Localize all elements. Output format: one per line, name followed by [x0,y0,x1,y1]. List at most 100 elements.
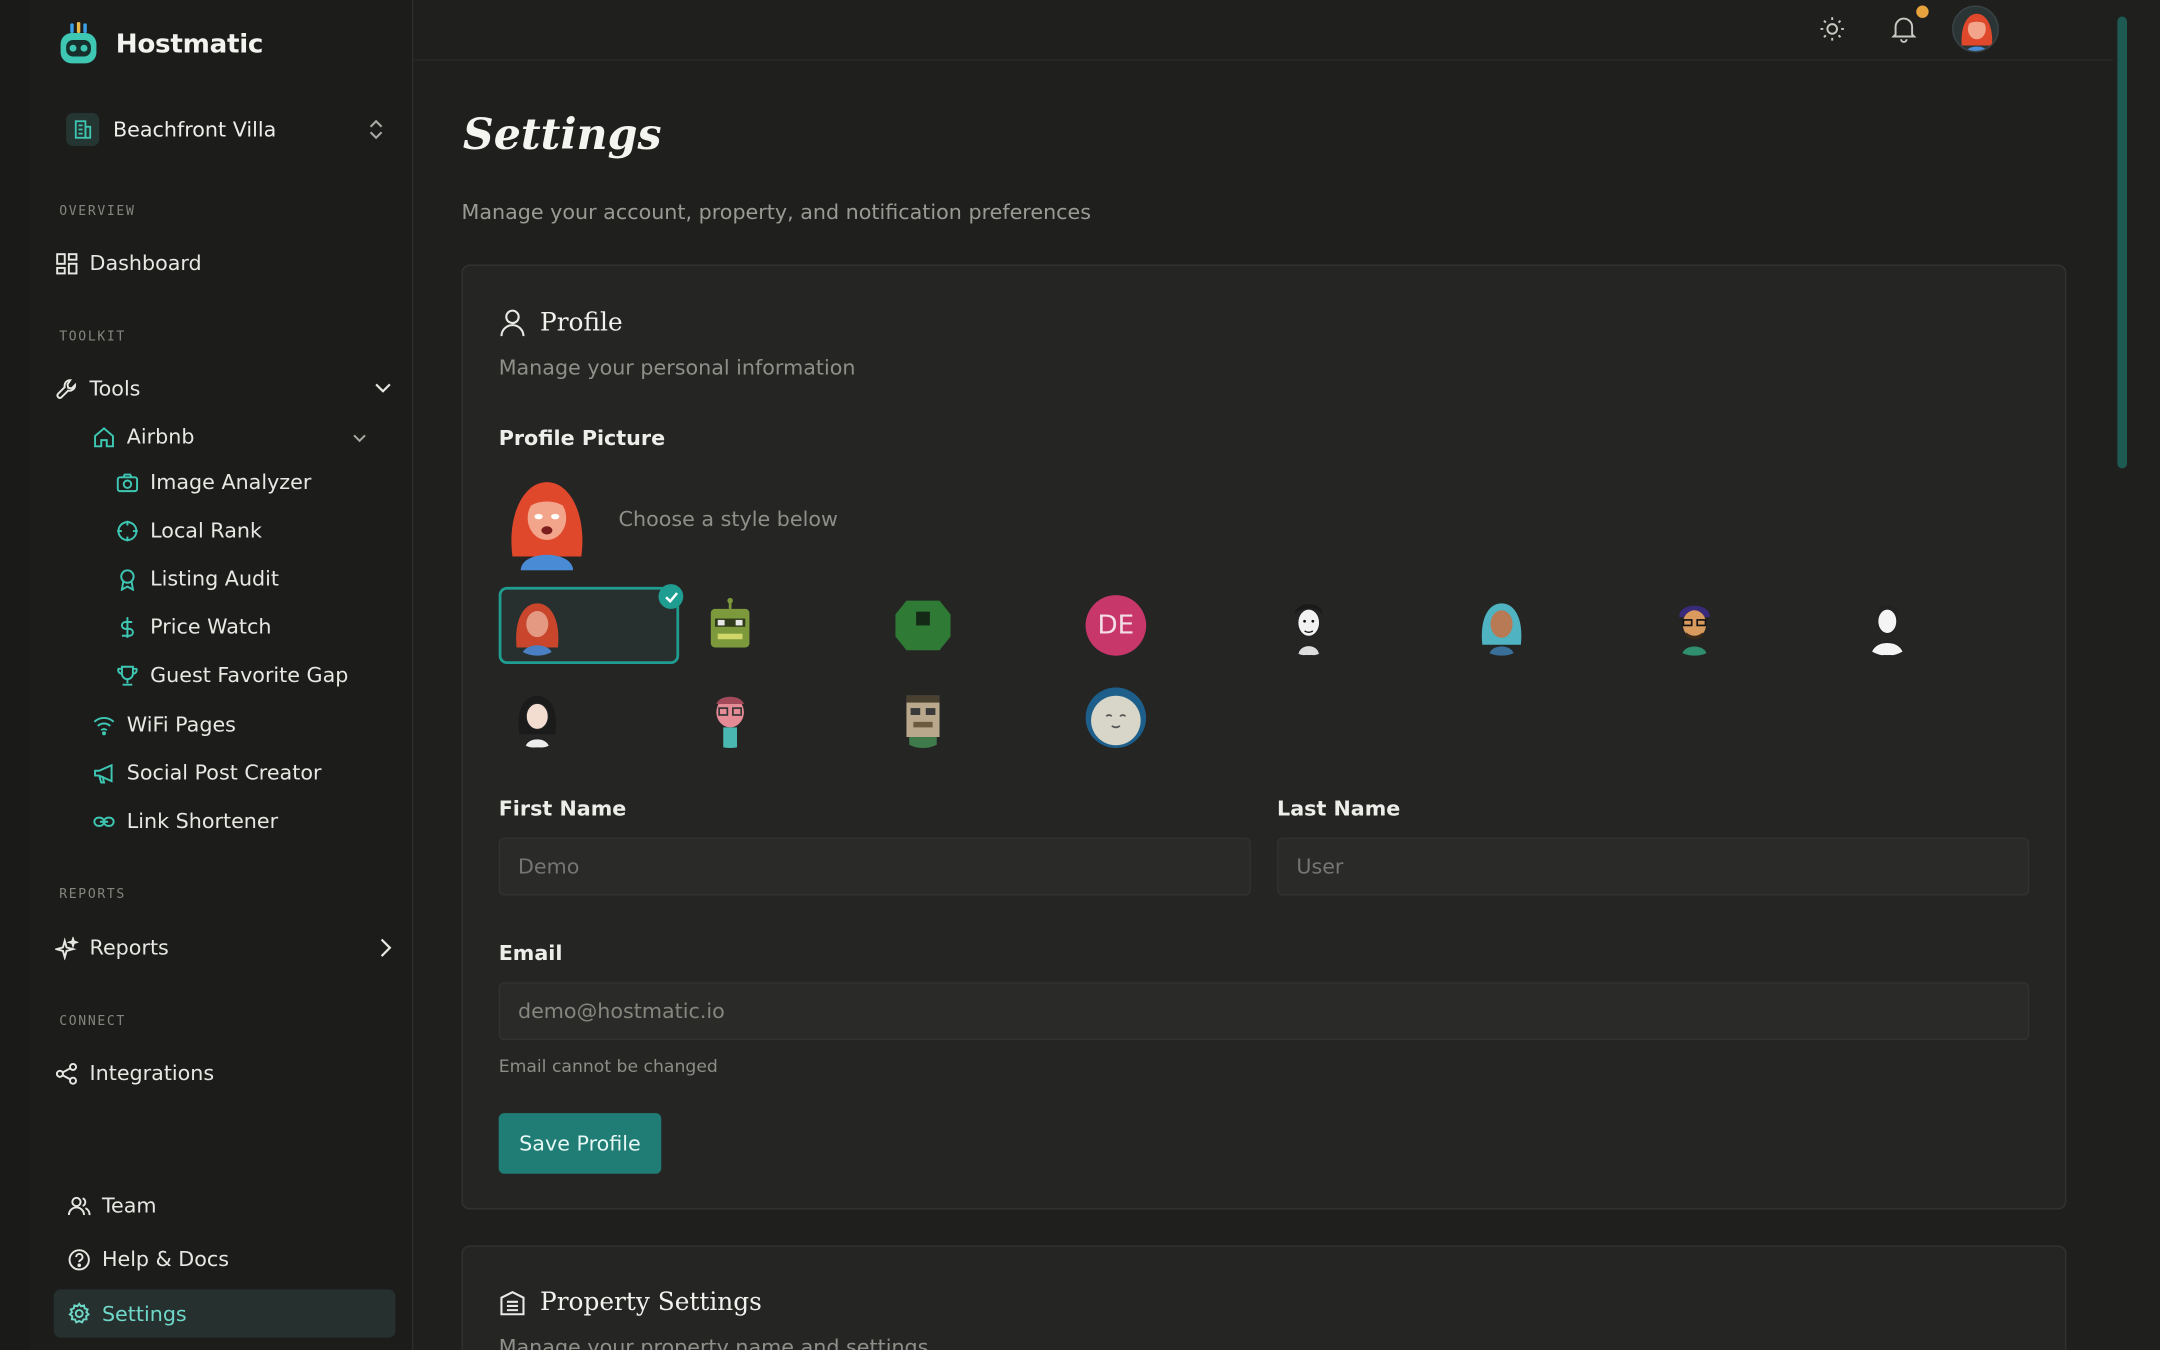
brand-name: Hostmatic [115,28,264,60]
sidebar-item-label: Settings [101,1301,187,1326]
chevron-right-icon [380,938,392,957]
sidebar-item-integrations[interactable]: Integrations [54,1052,385,1093]
sidebar-item-social-post-creator[interactable]: Social Post Creator [91,752,394,793]
sidebar-item-label: Image Analyzer [150,469,312,495]
sidebar-item-airbnb[interactable]: Airbnb [91,416,375,457]
robot-logo-icon [60,22,97,64]
property-card-header: Property Settings [499,1288,762,1317]
notification-dot [1916,5,1929,18]
building-icon [500,1290,525,1315]
wifi-icon [91,712,116,737]
email-label: Email [498,940,563,966]
users-icon [66,1193,91,1218]
card-title: Property Settings [540,1288,762,1317]
sidebar-item-label: WiFi Pages [126,712,236,738]
sidebar-item-price-watch[interactable]: Price Watch [114,606,390,647]
last-name-input[interactable] [1277,837,2030,896]
card-subtitle: Manage your personal information [498,355,856,381]
sidebar-item-team[interactable]: Team [66,1185,342,1226]
sidebar-item-tools[interactable]: Tools [54,368,396,409]
save-profile-button[interactable]: Save Profile [498,1113,662,1174]
user-avatar-icon [1961,13,1993,51]
sidebar-item-settings[interactable]: Settings [53,1289,396,1338]
chevron-down-icon [375,383,391,393]
page-subtitle: Manage your account, property, and notif… [461,199,1092,225]
choose-style-text: Choose a style below [618,506,838,532]
avatar-option-teal-hair-icon[interactable] [1471,595,1532,656]
section-label-reports: REPORTS [59,887,126,903]
sidebar-item-help-docs[interactable]: Help & Docs [66,1238,342,1279]
avatar-option-moon-face-icon[interactable] [1085,687,1147,749]
first-name-input[interactable] [498,837,1251,896]
crosshair-icon [114,518,139,543]
sidebar-item-label: Social Post Creator [126,760,322,786]
property-selector[interactable]: Beachfront Villa [66,107,386,151]
sidebar-item-local-rank[interactable]: Local Rank [114,510,390,551]
sidebar-item-reports[interactable]: Reports [54,927,396,968]
megaphone-icon [91,760,116,785]
sidebar-item-image-analyzer[interactable]: Image Analyzer [114,461,390,502]
sun-icon [1820,17,1844,41]
gear-icon [66,1301,91,1326]
avatar-option-initials[interactable]: DE [1085,595,1147,656]
dashboard-icon [54,251,79,276]
sidebar-item-label: Reports [89,935,169,961]
sidebar-item-label: Airbnb [126,424,195,450]
chevron-up-down-icon [369,119,383,140]
avatar-option-redhead-icon [516,603,559,656]
home-icon [91,424,116,449]
help-circle-icon [66,1247,91,1272]
scrollbar-thumb[interactable] [2117,16,2128,469]
avatar-option-pixel-face-icon[interactable] [893,687,954,749]
avatar-option-robot-icon[interactable] [700,595,761,656]
avatar-option-glasses-man-icon[interactable] [1664,595,1725,656]
sparkles-icon [54,935,79,960]
user-icon [500,309,525,337]
main-content: Settings Manage your account, property, … [413,0,2114,1350]
sidebar-item-label: Local Rank [150,517,262,543]
avatar-option-dark-hair-woman-icon[interactable] [507,687,568,749]
window-edge [0,0,31,1350]
sidebar-item-wifi-pages[interactable]: WiFi Pages [91,704,380,745]
avatar-option-sketch-man-icon[interactable] [1278,595,1339,656]
sidebar-item-listing-audit[interactable]: Listing Audit [114,558,390,599]
profile-card-header: Profile [499,307,623,337]
sidebar-item-label: Price Watch [150,614,272,640]
sidebar-item-label: Dashboard [89,250,202,276]
sidebar-item-guest-favorite-gap[interactable]: Guest Favorite Gap [114,654,403,695]
sidebar-item-dashboard[interactable]: Dashboard [54,242,385,283]
profile-card: Profile Manage your personal information… [461,264,2067,1210]
sidebar-item-label: Tools [89,376,141,401]
sidebar-item-label: Integrations [89,1060,215,1086]
email-hint: Email cannot be changed [498,1055,718,1076]
section-label-toolkit: TOOLKIT [59,329,126,345]
first-name-label: First Name [498,796,627,822]
user-avatar-button[interactable] [1952,5,1999,53]
sidebar-item-label: Listing Audit [150,566,280,591]
notifications-button[interactable] [1889,14,1919,44]
building-icon [66,112,100,147]
sidebar-item-link-shortener[interactable]: Link Shortener [91,800,380,841]
wrench-icon [54,376,79,401]
camera-icon [114,470,139,495]
sidebar: Hostmatic Beachfront Villa OVERVIEW Dash… [30,0,414,1350]
property-settings-card: Property Settings Manage your property n… [461,1245,2067,1350]
top-bar [413,0,2114,61]
brand[interactable]: Hostmatic [58,22,263,66]
avatar-option-green-shape-icon[interactable] [893,595,954,656]
link-icon [91,809,116,834]
theme-toggle-button[interactable] [1817,14,1847,44]
avatar-option-pink-glasses-icon[interactable] [700,687,761,749]
dollar-icon [114,614,139,639]
card-title: Profile [540,307,623,337]
section-label-overview: OVERVIEW [59,203,136,220]
section-label-connect: CONNECT [59,1013,126,1030]
page-title: Settings [462,110,662,160]
bell-icon [1891,17,1917,43]
avatar-option-sketch-person-icon[interactable] [1857,595,1918,656]
chevron-down-icon [353,434,366,443]
check-icon [658,584,684,609]
sidebar-item-label: Team [101,1193,157,1218]
last-name-label: Last Name [1277,796,1401,822]
sidebar-item-label: Guest Favorite Gap [150,662,349,688]
